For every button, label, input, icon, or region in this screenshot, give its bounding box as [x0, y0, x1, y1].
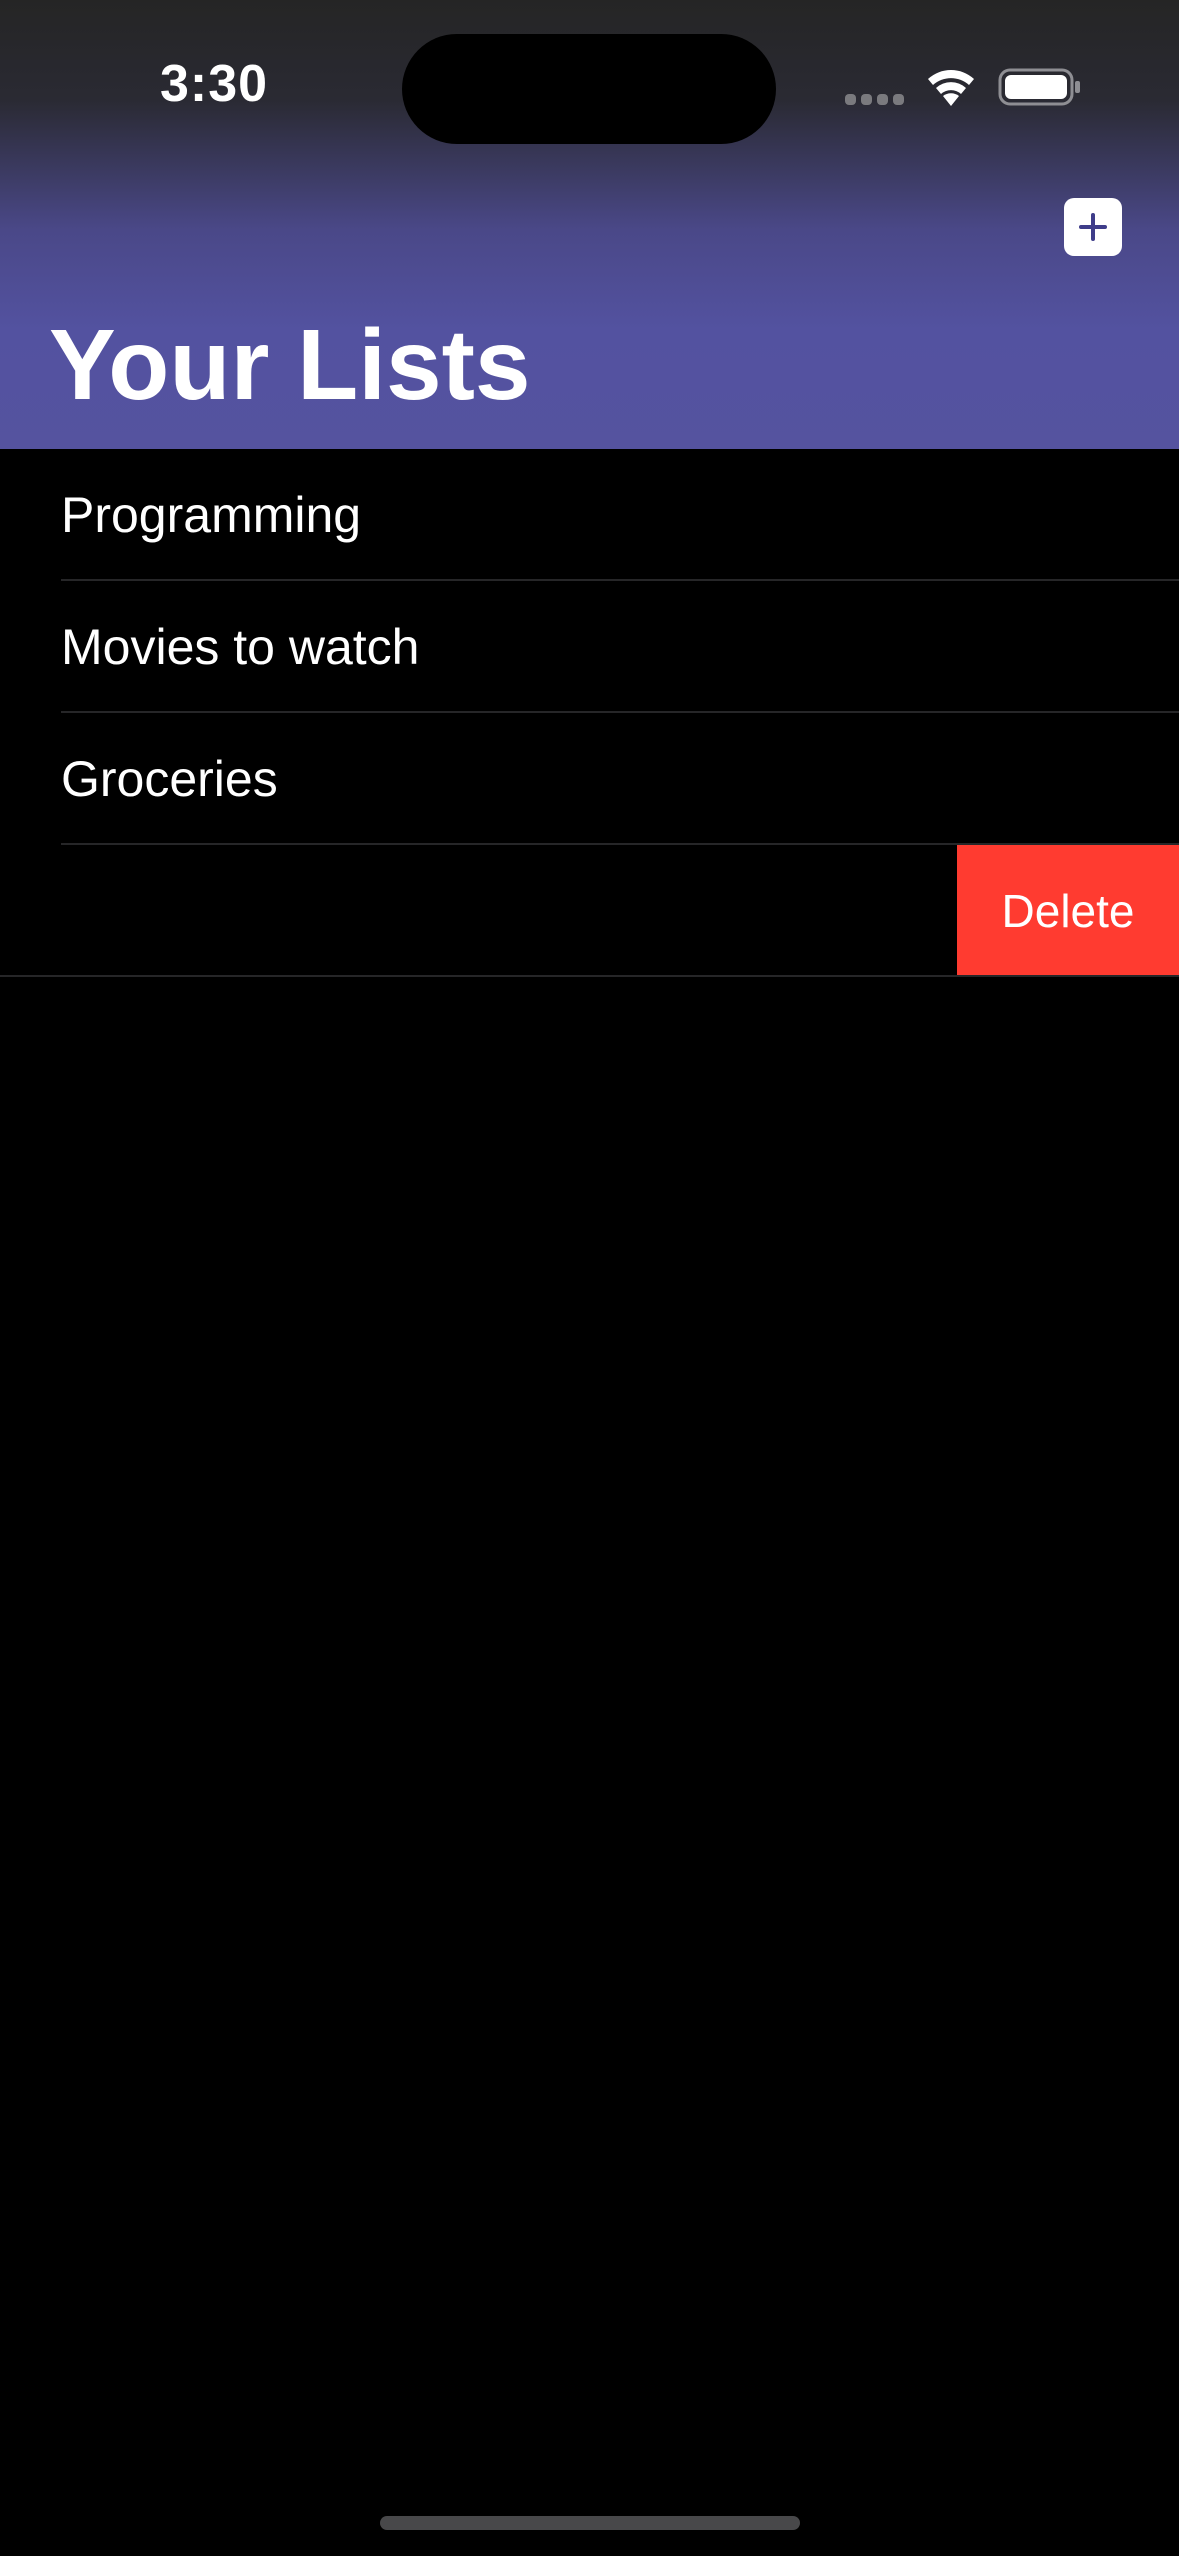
delete-button[interactable]: Delete	[957, 845, 1179, 977]
lists-table: Programming Movies to watch Groceries De…	[0, 449, 1179, 977]
navigation-header: 3:30 Your Lists	[0, 0, 1179, 449]
home-indicator[interactable]	[380, 2516, 800, 2530]
cellular-signal-icon	[845, 94, 905, 108]
list-item-label: Groceries	[61, 751, 278, 807]
dynamic-island	[402, 34, 776, 144]
plus-icon	[1079, 213, 1107, 241]
add-list-button[interactable]	[1064, 198, 1122, 256]
list-item-label: Programming	[61, 487, 362, 543]
row-separator	[0, 975, 1179, 977]
swiped-list-item[interactable]: Delete	[0, 845, 1179, 977]
list-item[interactable]: Movies to watch	[0, 581, 1179, 713]
page-title: Your Lists	[49, 309, 531, 421]
wifi-icon	[928, 70, 974, 106]
list-item-label: Movies to watch	[61, 619, 420, 675]
list-item[interactable]: Programming	[0, 449, 1179, 581]
status-time: 3:30	[160, 55, 269, 113]
battery-icon	[998, 68, 1080, 106]
list-item[interactable]: Groceries	[0, 713, 1179, 845]
